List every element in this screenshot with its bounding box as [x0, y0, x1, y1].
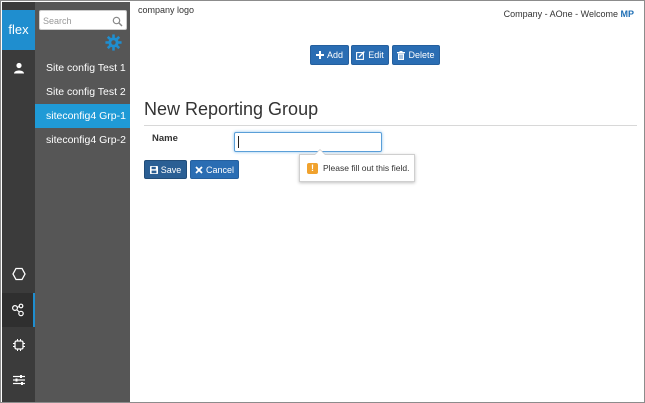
sidebar: Site config Test 1 Site config Test 2 si… — [35, 2, 130, 402]
sidebar-item-siteconfig4-grp-2[interactable]: siteconfig4 Grp-2 — [35, 128, 130, 152]
gear-icon[interactable] — [105, 34, 122, 56]
app-window: flex Search Site config Test 1 Site conf… — [0, 0, 645, 403]
company-name: Company - AOne - Welcome — [503, 9, 618, 19]
name-input[interactable] — [234, 132, 382, 152]
user-initials[interactable]: MP — [621, 9, 635, 19]
save-button[interactable]: Save — [144, 160, 187, 179]
sidebar-item-siteconfig4-grp-1[interactable]: siteconfig4 Grp-1 — [35, 104, 130, 128]
add-button-label: Add — [326, 50, 343, 60]
sidebar-item-site-config-test-1[interactable]: Site config Test 1 — [35, 56, 130, 80]
trash-icon — [397, 50, 406, 60]
delete-button[interactable]: Delete — [392, 45, 440, 65]
plus-icon — [315, 51, 324, 59]
validation-tooltip: ! Please fill out this field. — [299, 149, 415, 182]
validation-message: Please fill out this field. — [323, 163, 410, 173]
search-icon[interactable] — [112, 14, 123, 32]
hexagon-icon[interactable] — [2, 258, 35, 290]
sidebar-item-site-config-test-2[interactable]: Site config Test 2 — [35, 80, 130, 104]
company-logo: company logo — [138, 5, 195, 15]
edit-icon — [356, 50, 366, 60]
sliders-icon[interactable] — [2, 364, 35, 396]
warning-icon: ! — [307, 162, 318, 174]
name-label: Name — [152, 133, 178, 144]
cancel-button[interactable]: Cancel — [190, 160, 239, 179]
text-cursor — [238, 136, 239, 148]
search-input[interactable] — [43, 13, 113, 28]
icon-rail: flex — [2, 2, 35, 402]
close-icon — [195, 165, 203, 174]
floppy-icon — [149, 165, 158, 174]
search-box — [39, 10, 127, 30]
brand-logo[interactable]: flex — [2, 10, 35, 50]
add-button[interactable]: Add — [310, 45, 349, 65]
user-icon[interactable] — [2, 58, 35, 78]
page-title: New Reporting Group — [144, 99, 319, 119]
save-button-label: Save — [160, 164, 182, 175]
edit-button[interactable]: Edit — [351, 45, 389, 65]
delete-button-label: Delete — [408, 50, 435, 60]
edit-button-label: Edit — [368, 50, 384, 60]
network-icon[interactable] — [2, 293, 35, 327]
cancel-button-label: Cancel — [205, 164, 234, 175]
title-divider — [144, 125, 637, 126]
welcome-text: Company - AOne - Welcome MP — [504, 9, 634, 19]
chip-icon[interactable] — [2, 329, 35, 361]
